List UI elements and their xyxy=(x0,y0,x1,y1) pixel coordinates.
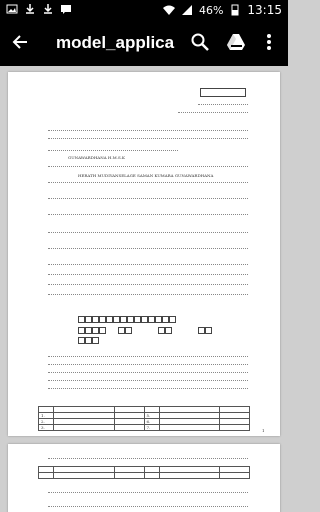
reference-box xyxy=(200,88,246,97)
download-icon xyxy=(26,4,34,14)
search-icon[interactable] xyxy=(190,32,210,52)
signal-icon xyxy=(181,5,192,15)
form-line xyxy=(48,284,248,285)
form-line xyxy=(48,166,248,167)
system-icons: 46% 13:15 xyxy=(162,3,282,17)
form-line xyxy=(48,458,248,459)
row-number: 7. xyxy=(143,424,160,431)
app-toolbar: model_applica… xyxy=(0,20,288,66)
wifi-icon xyxy=(162,5,175,15)
form-line xyxy=(48,198,248,199)
form-line xyxy=(48,248,248,249)
ref-line xyxy=(178,112,248,113)
message-icon xyxy=(61,5,71,14)
status-bar: 46% 13:15 xyxy=(0,0,288,20)
name-with-initials: GUNAWARDHANA H.M.S.K xyxy=(68,155,125,160)
form-line xyxy=(48,274,248,275)
image-icon xyxy=(6,4,18,14)
form-line xyxy=(48,372,248,373)
clock: 13:15 xyxy=(247,3,282,17)
battery-percent: 46% xyxy=(198,3,224,17)
subjects-table xyxy=(38,466,250,479)
form-line xyxy=(48,182,248,183)
form-line xyxy=(48,388,248,389)
more-vert-icon[interactable] xyxy=(264,32,274,52)
download-icon xyxy=(44,4,52,14)
form-line xyxy=(48,364,248,365)
ref-line xyxy=(198,104,248,105)
form-line xyxy=(48,232,248,233)
form-line xyxy=(48,214,248,215)
form-line xyxy=(48,492,248,493)
notification-icons xyxy=(6,3,72,15)
form-line xyxy=(48,356,248,357)
form-line xyxy=(48,506,248,507)
form-line xyxy=(48,264,248,265)
battery-icon xyxy=(231,4,239,16)
document-page: GUNAWARDHANA H.M.S.K HERATH MUDIYANSELAG… xyxy=(8,72,280,436)
form-line xyxy=(48,130,248,131)
form-line xyxy=(48,294,248,295)
document-page xyxy=(8,444,280,512)
form-line xyxy=(48,138,248,139)
form-line xyxy=(48,150,178,151)
full-name: HERATH MUDIYANSELAGE SAMAN KUMARA GUNAWA… xyxy=(78,173,214,178)
arrow-left-icon[interactable] xyxy=(10,32,30,52)
form-line xyxy=(48,380,248,381)
document-title: model_applica… xyxy=(56,33,176,52)
google-drive-icon[interactable] xyxy=(226,32,246,52)
subjects-table: 1. 5. 2. 6. 3. 7. xyxy=(38,406,250,431)
pdf-viewer[interactable]: GUNAWARDHANA H.M.S.K HERATH MUDIYANSELAG… xyxy=(0,66,288,512)
page-number: 1 xyxy=(262,428,265,433)
row-number: 3. xyxy=(38,424,54,431)
